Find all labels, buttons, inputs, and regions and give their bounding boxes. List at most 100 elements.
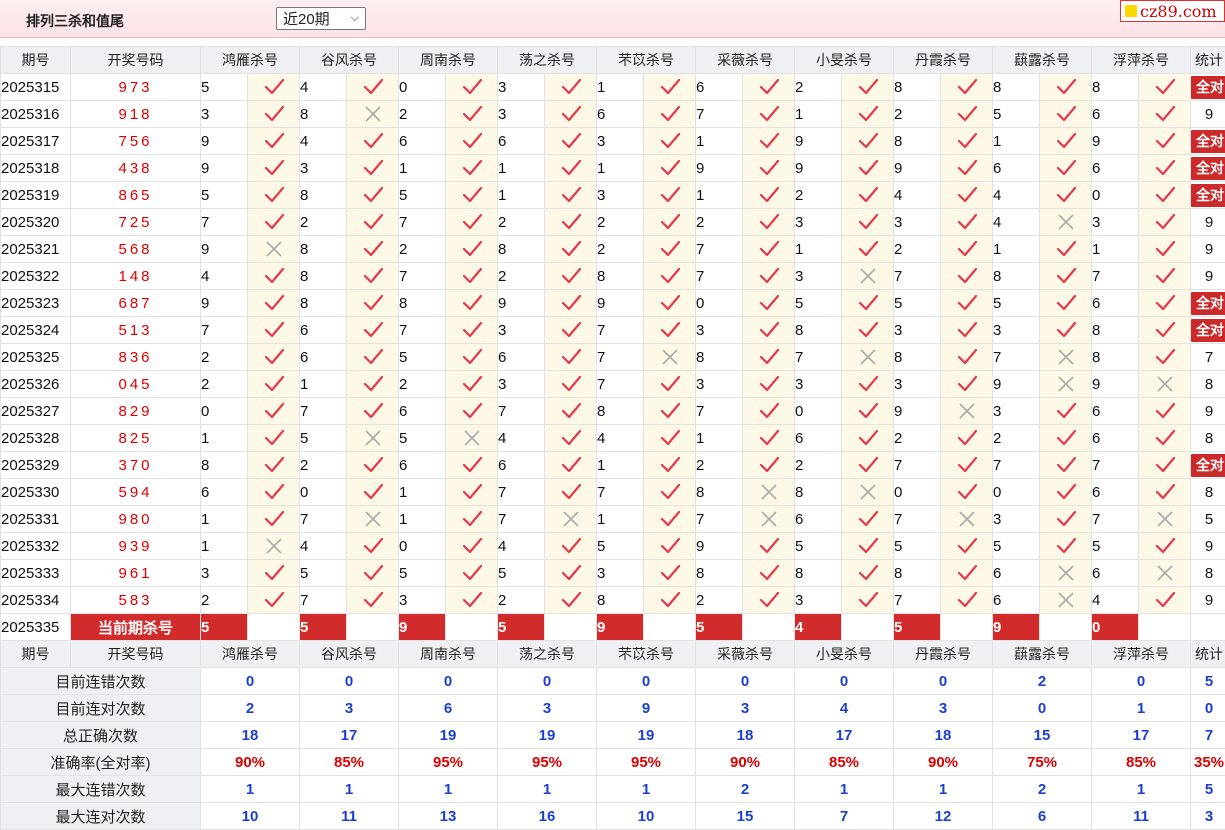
table-row: 20253184389311199966全对: [1, 155, 1225, 182]
issue-number: 2025322: [1, 263, 71, 290]
summary-value: 10: [201, 803, 300, 830]
kill-number: 6: [696, 74, 743, 101]
kill-number: 0: [399, 74, 446, 101]
table-row: 20253236879889905556全对: [1, 290, 1225, 317]
col-header-expert: 荡之杀号: [498, 47, 597, 74]
summary-value: 3: [498, 695, 597, 722]
stat-value: 8: [1205, 565, 1213, 582]
cross-icon: [1057, 348, 1075, 366]
check-icon: [1155, 591, 1175, 609]
result-wrong: [1139, 371, 1191, 398]
check-icon: [858, 78, 878, 96]
result-correct: [446, 182, 498, 209]
kill-number: 6: [597, 101, 644, 128]
all-correct-badge: 全对: [1191, 454, 1225, 477]
kill-number: 1: [399, 479, 446, 506]
check-icon: [1155, 348, 1175, 366]
row-stat: 5: [1191, 506, 1225, 533]
result-correct: [446, 236, 498, 263]
summary-value: 6: [993, 803, 1092, 830]
check-icon: [759, 213, 779, 231]
check-icon: [462, 213, 482, 231]
kill-number: 2: [597, 236, 644, 263]
kill-number: 1: [498, 155, 545, 182]
result-correct: [1139, 452, 1191, 479]
table-row: 202532583626567878787: [1, 344, 1225, 371]
summary-row: 最大连对次数1011131610157126113: [1, 803, 1225, 830]
kill-number: 1: [399, 155, 446, 182]
issue-number: 2025320: [1, 209, 71, 236]
cross-icon: [364, 105, 382, 123]
check-icon: [1155, 294, 1175, 312]
kill-number: 7: [1092, 452, 1139, 479]
table-row: 202532214848728737879: [1, 263, 1225, 290]
kill-number: 5: [1092, 533, 1139, 560]
check-icon: [957, 159, 977, 177]
result-correct: [446, 371, 498, 398]
kill-number: 5: [993, 290, 1040, 317]
result-correct: [941, 425, 993, 452]
result-correct: [347, 317, 399, 344]
check-icon: [264, 78, 284, 96]
result-correct: [644, 263, 696, 290]
kill-number: 6: [498, 128, 545, 155]
result-correct: [1040, 533, 1092, 560]
kill-number: 1: [201, 425, 248, 452]
col-header-expert: 采薇杀号: [696, 641, 795, 668]
empty-cell: [743, 614, 795, 641]
kill-number: 4: [993, 182, 1040, 209]
kill-number: 3: [498, 101, 545, 128]
check-icon: [759, 132, 779, 150]
draw-numbers: 918: [71, 101, 201, 128]
period-select[interactable]: 近20期 ⌵: [276, 7, 366, 30]
row-stat: 9: [1191, 398, 1225, 425]
kill-number: 8: [795, 560, 842, 587]
kill-number: 3: [993, 506, 1040, 533]
summary-value: 6: [399, 695, 498, 722]
row-stat: 8: [1191, 371, 1225, 398]
check-icon: [264, 186, 284, 204]
table-row: 20253293708266122777全对: [1, 452, 1225, 479]
kill-number: 8: [201, 452, 248, 479]
result-correct: [842, 236, 894, 263]
result-correct: [743, 452, 795, 479]
issue-number: 2025335: [1, 614, 71, 641]
stat-value: 9: [1205, 538, 1213, 555]
summary-value: 0: [894, 668, 993, 695]
kill-number: 3: [795, 263, 842, 290]
all-correct-badge: 全对: [1191, 292, 1225, 315]
kill-number: 8: [894, 128, 941, 155]
draw-numbers: 583: [71, 587, 201, 614]
kill-number: 2: [498, 209, 545, 236]
result-correct: [1139, 74, 1191, 101]
table-row: 202532604521237333998: [1, 371, 1225, 398]
site-logo[interactable]: cz89.com: [1120, 0, 1225, 22]
summary-label: 最大连对次数: [1, 803, 201, 830]
check-icon: [561, 78, 581, 96]
draw-numbers: 687: [71, 290, 201, 317]
kill-number: 6: [399, 452, 446, 479]
kill-number: 6: [399, 398, 446, 425]
all-correct-badge: 全对: [1191, 76, 1225, 99]
kill-number: 7: [300, 587, 347, 614]
kill-number: 8: [696, 560, 743, 587]
result-correct: [347, 371, 399, 398]
check-icon: [363, 213, 383, 231]
check-icon: [462, 159, 482, 177]
check-icon: [858, 537, 878, 555]
check-icon: [660, 402, 680, 420]
check-icon: [1155, 456, 1175, 474]
check-icon: [858, 321, 878, 339]
kill-number: 3: [993, 317, 1040, 344]
result-correct: [1139, 101, 1191, 128]
kill-number: 7: [597, 344, 644, 371]
result-correct: [446, 263, 498, 290]
kill-number: 3: [795, 587, 842, 614]
result-wrong: [644, 344, 696, 371]
kill-number: 5: [300, 560, 347, 587]
summary-row: 目前连对次数23639343010: [1, 695, 1225, 722]
result-wrong: [743, 479, 795, 506]
stat-value: 5: [1205, 511, 1213, 528]
check-icon: [759, 78, 779, 96]
kill-number: 5: [795, 533, 842, 560]
